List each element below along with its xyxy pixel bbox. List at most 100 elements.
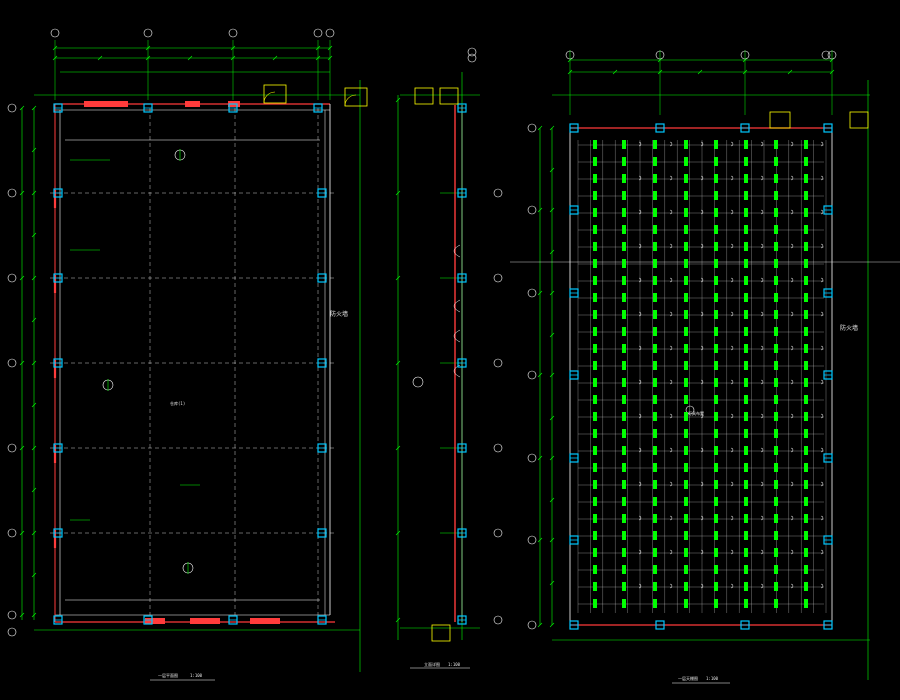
light-fixture: [593, 582, 597, 591]
light-fixture: [593, 157, 597, 166]
door: [263, 84, 287, 104]
light-fixture: [804, 140, 808, 149]
light-fixture: [653, 293, 657, 302]
light-fixture: [653, 548, 657, 557]
axis-bubble: [527, 535, 537, 545]
light-fixture: [593, 463, 597, 472]
axis-bubble: [7, 273, 17, 283]
axis-bubble: [527, 123, 537, 133]
light-fixture: [804, 497, 808, 506]
light-fixture: [804, 531, 808, 540]
door: [769, 111, 791, 129]
light-fixture: [653, 480, 657, 489]
light-fixture: [622, 582, 626, 591]
light-fixture: [593, 310, 597, 319]
axis-bubble: [527, 205, 537, 215]
light-fixture: [744, 174, 748, 183]
sprinkler-head: [790, 345, 794, 351]
door: [439, 87, 459, 105]
light-fixture: [593, 599, 597, 608]
light-fixture: [593, 412, 597, 421]
light-fixture: [714, 174, 718, 183]
light-fixture: [774, 157, 778, 166]
sprinkler-head: [669, 141, 673, 147]
axis-bubble: [7, 528, 17, 538]
light-fixture: [714, 276, 718, 285]
light-fixture: [804, 565, 808, 574]
sprinkler-head: [790, 583, 794, 589]
sprinkler-head: [760, 209, 764, 215]
light-fixture: [804, 412, 808, 421]
light-fixture: [684, 191, 688, 200]
sprinkler-head: [760, 345, 764, 351]
light-fixture: [744, 446, 748, 455]
light-fixture: [804, 582, 808, 591]
sprinkler-head: [790, 277, 794, 283]
light-fixture: [744, 429, 748, 438]
light-fixture: [593, 361, 597, 370]
light-fixture: [774, 259, 778, 268]
light-fixture: [593, 344, 597, 353]
light-fixture: [774, 174, 778, 183]
light-fixture: [714, 446, 718, 455]
light-fixture: [622, 395, 626, 404]
light-fixture: [684, 276, 688, 285]
light-fixture: [684, 395, 688, 404]
plan-a-room-label: 仓库(1): [170, 400, 185, 406]
sprinkler-head: [820, 277, 824, 283]
light-fixture: [622, 463, 626, 472]
sprinkler-head: [790, 243, 794, 249]
light-fixture: [684, 463, 688, 472]
plan-a-title: 一层平面图: [158, 672, 178, 678]
light-fixture: [744, 225, 748, 234]
window-strip: [185, 101, 200, 107]
light-fixture: [653, 191, 657, 200]
light-fixture: [714, 378, 718, 387]
light-fixture: [622, 599, 626, 608]
sprinkler-head: [730, 209, 734, 215]
light-fixture: [593, 293, 597, 302]
sprinkler-head: [790, 447, 794, 453]
light-fixture: [653, 276, 657, 285]
light-fixture: [714, 497, 718, 506]
light-fixture: [804, 480, 808, 489]
sprinkler-head: [790, 549, 794, 555]
axis-bubble: [493, 615, 503, 625]
plan-c-scale: 1:100: [706, 676, 719, 681]
light-fixture: [653, 157, 657, 166]
plan-b-title: 立面详图: [424, 661, 440, 667]
light-fixture: [593, 446, 597, 455]
door: [344, 87, 368, 107]
light-fixture: [622, 565, 626, 574]
light-fixture: [744, 293, 748, 302]
axis-bubble: [228, 28, 238, 38]
sprinkler-head: [760, 515, 764, 521]
light-fixture: [744, 497, 748, 506]
light-fixture: [593, 191, 597, 200]
sprinkler-head: [820, 141, 824, 147]
light-fixture: [714, 344, 718, 353]
light-fixture: [622, 276, 626, 285]
axis-bubble: [313, 28, 323, 38]
light-fixture: [804, 191, 808, 200]
light-fixture: [804, 242, 808, 251]
light-fixture: [622, 242, 626, 251]
light-fixture: [593, 429, 597, 438]
light-fixture: [622, 327, 626, 336]
light-fixture: [774, 361, 778, 370]
light-fixture: [774, 446, 778, 455]
light-fixture: [622, 191, 626, 200]
light-fixture: [653, 361, 657, 370]
sprinkler-head: [760, 379, 764, 385]
sprinkler-head: [820, 583, 824, 589]
light-fixture: [774, 395, 778, 404]
axis-bubble: [527, 370, 537, 380]
light-fixture: [593, 514, 597, 523]
light-fixture: [653, 140, 657, 149]
sprinkler-head: [760, 447, 764, 453]
axis-bubble: [7, 627, 17, 637]
sprinkler-head: [760, 481, 764, 487]
light-fixture: [714, 531, 718, 540]
light-fixture: [744, 191, 748, 200]
sprinkler-head: [669, 481, 673, 487]
